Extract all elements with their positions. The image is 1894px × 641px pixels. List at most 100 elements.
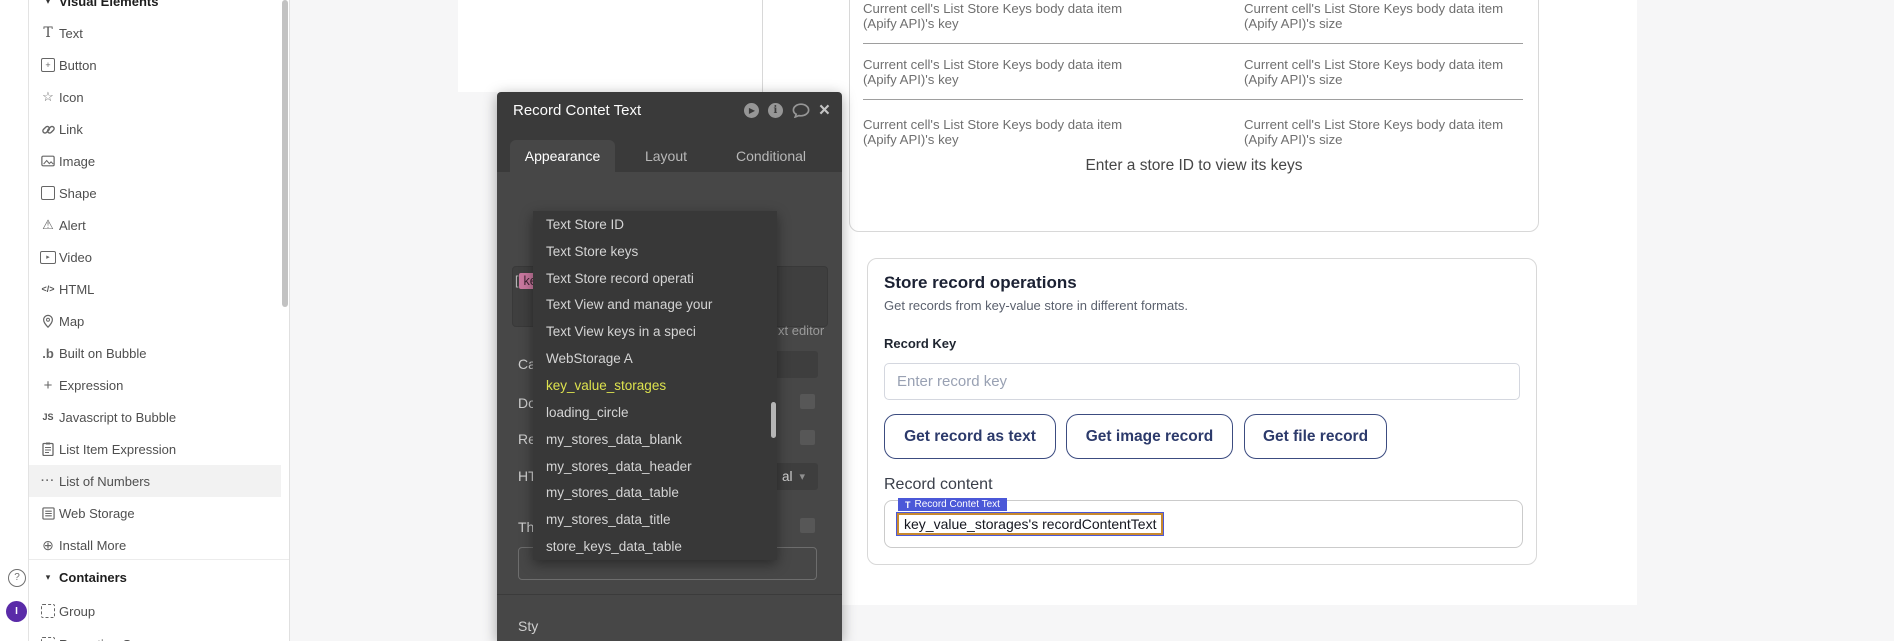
clipboard-icon [39,433,57,465]
palette-item-button[interactable]: +Button [29,49,281,81]
palette-item-image[interactable]: Image [29,145,281,177]
autocomplete-option[interactable]: my_stores_data_table [533,479,777,506]
selected-text-element[interactable]: key_value_storages's recordContentText [897,513,1163,535]
autocomplete-option[interactable]: my_stores_data_blank [533,426,777,453]
js-icon: JS [39,401,57,433]
app-rail: ? I [0,0,29,641]
chevron-down-icon: ▾ [39,0,57,17]
palette-item-built-on-bubble[interactable]: .bBuilt on Bubble [29,337,281,369]
bubble-icon: .b [39,337,57,369]
map-pin-icon [39,305,57,337]
cell-size-text[interactable]: Current cell's List Store Keys body data… [1244,117,1544,147]
autocomplete-option[interactable]: my_stores_data_title [533,506,777,533]
autocomplete-option[interactable]: my_stores_data_header [533,453,777,480]
star-icon: ☆ [39,81,57,113]
palette-divider [29,559,289,560]
th-label-fragment: Th [518,519,534,535]
autocomplete-option[interactable]: WebStorage A [533,345,777,372]
palette-item-shape[interactable]: Shape [29,177,281,209]
autocomplete-option[interactable]: Text Store record operati [533,265,777,292]
section-title: Store record operations [884,273,1077,293]
ellipsis-icon: ··· [39,465,57,497]
section-header-visual-elements[interactable]: ▾Visual Elements [29,0,281,17]
element-palette: ▾Visual Elements TText +Button ☆Icon Lin… [29,0,290,641]
text-element-icon: T [905,500,911,510]
panel-divider [497,594,842,595]
image-icon [39,145,57,177]
run-icon[interactable]: ▶ [744,103,759,118]
palette-item-list-of-numbers[interactable]: ···List of Numbers [29,465,281,497]
autocomplete-option[interactable]: store_keys_data_table [533,533,777,560]
record-key-label: Record Key [884,336,956,351]
palette-item-icon[interactable]: ☆Icon [29,81,281,113]
record-content-label: Record content [884,476,993,494]
autocomplete-option[interactable]: Text View and manage your [533,292,777,319]
comment-icon[interactable] [792,103,810,118]
do-checkbox[interactable] [800,394,815,409]
palette-item-expression[interactable]: +Expression [29,369,281,401]
rich-text-editor-link-fragment[interactable]: xt editor [778,323,824,338]
close-icon[interactable]: × [819,103,830,118]
palette-item-map[interactable]: Map [29,305,281,337]
section-subtitle: Get records from key-value store in diff… [884,298,1188,313]
autocomplete-option[interactable]: Text View keys in a speci [533,318,777,345]
chevron-down-icon: ▾ [799,470,805,483]
palette-scrollbar[interactable] [282,0,288,307]
tab-layout[interactable]: Layout [616,140,716,172]
install-plus-icon: ⊕ [39,529,57,561]
autocomplete-option[interactable]: Text Store ID [533,211,777,238]
chevron-down-icon: ▾ [39,561,57,593]
re-checkbox[interactable] [800,430,815,445]
repeating-group-icon [39,628,57,641]
palette-item-web-storage[interactable]: Web Storage [29,497,281,529]
get-file-record-button[interactable]: Get file record [1244,414,1387,459]
cell-key-text[interactable]: Current cell's List Store Keys body data… [863,117,1163,147]
property-editor-tabs: Appearance Layout Conditional [497,128,842,172]
palette-item-javascript-to-bubble[interactable]: JSJavascript to Bubble [29,401,281,433]
tab-conditional[interactable]: Conditional [721,140,821,172]
palette-item-video[interactable]: ▸Video [29,241,281,273]
bubble-editor: Current cell's List Store Keys body data… [0,0,1894,641]
palette-item-link[interactable]: Link [29,113,281,145]
storage-icon [39,497,57,529]
row-divider [863,43,1523,44]
group-icon [39,595,57,627]
tab-appearance[interactable]: Appearance [510,140,615,172]
store-record-operations-group[interactable]: Store record operations Get records from… [867,258,1537,565]
palette-item-repeating-group[interactable]: Repeating Group [29,628,281,641]
palette-item-alert[interactable]: ⚠Alert [29,209,281,241]
code-icon: </> [39,273,57,305]
help-icon[interactable]: ? [8,569,26,587]
style-label-fragment: Sty [518,618,538,634]
record-key-input[interactable] [884,363,1520,400]
text-icon: T [39,17,57,49]
property-editor-titlebar[interactable]: Record Contet Text ▶ i × [497,92,842,128]
cell-size-text[interactable]: Current cell's List Store Keys body data… [1244,1,1544,31]
th-checkbox[interactable] [800,518,815,533]
autocomplete-option-highlighted[interactable]: key_value_storages [533,372,777,399]
palette-item-group[interactable]: Group [29,595,281,627]
selected-element-name: Record Contet Text [915,499,1000,510]
shape-icon [39,177,57,209]
cell-size-text[interactable]: Current cell's List Store Keys body data… [1244,57,1544,87]
section-header-containers[interactable]: ▾Containers [29,561,281,593]
autocomplete-option[interactable]: loading_circle [533,399,777,426]
autocomplete-option[interactable]: Text Store keys [533,238,777,265]
store-keys-repeating-group[interactable]: Current cell's List Store Keys body data… [849,0,1539,232]
intercom-badge[interactable]: I [6,601,27,622]
video-icon: ▸ [39,241,57,273]
alert-icon: ⚠ [39,209,57,241]
palette-item-list-item-expression[interactable]: List Item Expression [29,433,281,465]
get-record-as-text-button[interactable]: Get record as text [884,414,1056,459]
autocomplete-dropdown: Text Store ID Text Store keys Text Store… [533,211,777,560]
palette-item-install-more[interactable]: ⊕Install More [29,529,281,561]
cell-key-text[interactable]: Current cell's List Store Keys body data… [863,57,1163,87]
info-icon[interactable]: i [768,103,783,118]
palette-item-text[interactable]: TText [29,17,281,49]
get-image-record-button[interactable]: Get image record [1066,414,1233,459]
palette-item-html[interactable]: </>HTML [29,273,281,305]
button-icon: + [39,49,57,81]
dropdown-scrollbar[interactable] [771,402,776,438]
cell-key-text[interactable]: Current cell's List Store Keys body data… [863,1,1163,31]
empty-state-message[interactable]: Enter a store ID to view its keys [850,157,1538,175]
